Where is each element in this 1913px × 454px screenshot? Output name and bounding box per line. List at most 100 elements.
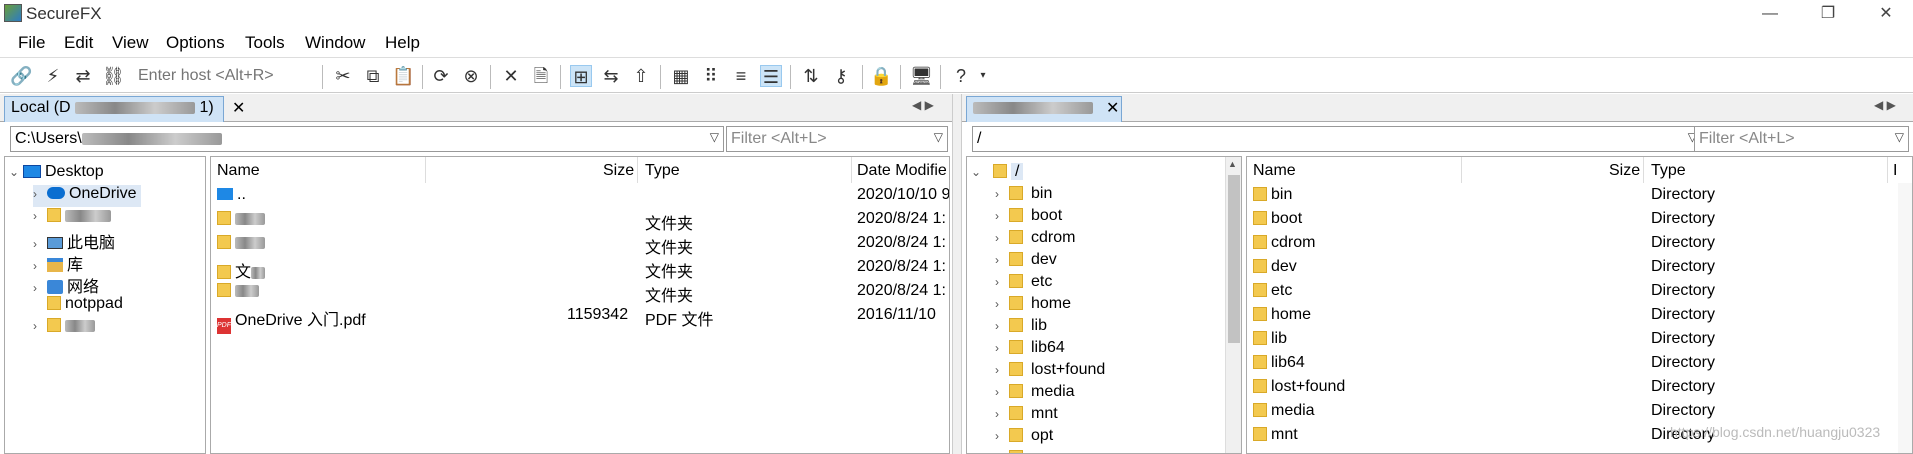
column-type[interactable]: Type (1651, 162, 1686, 180)
table-row[interactable]: lost+found Directory (1247, 375, 1912, 399)
table-row[interactable]: lib64 Directory (1247, 351, 1912, 375)
column-divider[interactable] (851, 157, 852, 183)
paste-icon[interactable]: 📋 (392, 65, 414, 87)
tree-item[interactable]: › lib64 (995, 339, 1065, 361)
copy-icon[interactable]: ⧉ (362, 65, 384, 87)
table-row[interactable]: etc Directory (1247, 279, 1912, 303)
menu-view[interactable]: View (112, 33, 149, 53)
tree-item-user[interactable]: › (33, 207, 111, 229)
tree-scrollbar[interactable]: ▲ (1225, 157, 1241, 453)
tree-item[interactable]: › opt (995, 427, 1053, 449)
tree-item-network[interactable]: › 网络 (33, 273, 99, 296)
table-row[interactable]: PDF OneDrive 入门.pdf 1159342 PDF 文件 2016/1… (211, 303, 949, 334)
chevron-right-icon[interactable]: › (995, 429, 1009, 443)
remote-path-field[interactable]: / ▽ (972, 126, 1702, 152)
column-size[interactable]: Size (1609, 162, 1640, 180)
local-filter-input[interactable]: Filter <Alt+L> ▽ (726, 126, 948, 152)
key-icon[interactable]: ⚷ (830, 65, 852, 87)
transfer-direction-icon[interactable]: ⇅ (800, 65, 822, 87)
table-row[interactable]: bin Directory (1247, 183, 1912, 207)
menu-window[interactable]: Window (305, 33, 365, 53)
tree-item[interactable]: › boot (995, 207, 1062, 229)
disconnect-icon[interactable]: ⛓ (102, 65, 125, 87)
column-type[interactable]: Type (645, 162, 680, 180)
panel-splitter[interactable] (952, 94, 962, 454)
large-icons-icon[interactable]: ▦ (670, 65, 692, 87)
small-icons-icon[interactable]: ⠿ (700, 65, 722, 87)
table-row[interactable]: lib Directory (1247, 327, 1912, 351)
column-size[interactable]: Size (603, 162, 634, 180)
tree-item-onedrive[interactable]: › OneDrive (33, 185, 141, 207)
delete-icon[interactable]: ✕ (500, 65, 522, 87)
table-row[interactable]: dev Directory (1247, 255, 1912, 279)
tree-item[interactable]: › dev (995, 251, 1057, 273)
tree-item-this-pc[interactable]: › 此电脑 (33, 229, 115, 252)
chevron-right-icon[interactable]: › (33, 237, 47, 251)
tree-item[interactable]: › etc (995, 273, 1052, 295)
tree-item-folder[interactable]: › (33, 317, 95, 339)
scroll-up-icon[interactable]: ▲ (1228, 159, 1237, 169)
tab-local[interactable]: Local (D 1) (4, 96, 224, 122)
chevron-right-icon[interactable]: › (995, 407, 1009, 421)
chevron-right-icon[interactable]: › (995, 231, 1009, 245)
tree-item[interactable]: › bin (995, 185, 1052, 207)
tree-item[interactable]: › mnt (995, 405, 1058, 427)
column-name[interactable]: Name (217, 162, 260, 180)
tree-view-icon[interactable]: ⊞ (570, 65, 592, 87)
tree-item[interactable]: › home (995, 295, 1071, 317)
tab-scroll-arrows-icon[interactable]: ◀ ▶ (912, 98, 934, 112)
chevron-right-icon[interactable]: › (995, 319, 1009, 333)
chevron-right-icon[interactable]: › (33, 319, 47, 333)
stop-icon[interactable]: ⊗ (460, 65, 482, 87)
table-row[interactable]: 文件夹 2020/8/24 1: (211, 279, 949, 305)
column-name[interactable]: Name (1253, 162, 1296, 180)
tree-item-desktop[interactable]: ⌄ Desktop (9, 163, 104, 185)
cut-icon[interactable]: ✂ (332, 65, 354, 87)
close-tab-icon[interactable]: ✕ (1106, 98, 1119, 118)
column-more[interactable]: I (1893, 162, 1897, 180)
close-tab-icon[interactable]: ✕ (232, 98, 245, 118)
table-row[interactable]: 文件夹 2020/8/24 1: (211, 231, 949, 257)
table-row[interactable]: media Directory (1247, 399, 1912, 423)
local-path-field[interactable]: C:\Users\ ▽ (10, 126, 724, 152)
tree-item-notppad[interactable]: notppad (33, 295, 123, 317)
details-view-icon[interactable]: ☰ (760, 65, 782, 87)
chevron-right-icon[interactable]: › (995, 297, 1009, 311)
tab-remote[interactable] (966, 96, 1122, 122)
chevron-right-icon[interactable]: › (33, 209, 47, 223)
screen-icon[interactable]: 🖥 (910, 65, 933, 87)
chevron-right-icon[interactable]: › (33, 187, 47, 201)
tree-item[interactable]: ›proc (995, 449, 1062, 453)
up-folder-icon[interactable]: ⇧ (630, 65, 652, 87)
tree-item[interactable]: › lib (995, 317, 1047, 339)
tree-item-library[interactable]: › 库 (33, 251, 83, 274)
chevron-right-icon[interactable]: › (995, 187, 1009, 201)
chevron-right-icon[interactable]: › (995, 363, 1009, 377)
chevron-down-icon[interactable]: ▽ (710, 130, 719, 144)
refresh-icon[interactable]: ⟳ (430, 65, 452, 87)
chevron-right-icon[interactable]: › (33, 281, 47, 295)
chevron-right-icon[interactable]: › (995, 385, 1009, 399)
properties-icon[interactable]: 🗎 (530, 65, 552, 87)
chevron-down-icon[interactable]: ▽ (1895, 130, 1904, 144)
menu-help[interactable]: Help (385, 33, 420, 53)
column-divider[interactable] (1643, 157, 1644, 183)
quick-connect-icon[interactable]: ⚡ (42, 65, 64, 87)
chevron-down-icon[interactable]: ⌄ (9, 165, 23, 179)
chevron-right-icon[interactable]: › (995, 275, 1009, 289)
minimize-button[interactable]: — (1742, 0, 1798, 28)
chevron-right-icon[interactable]: › (995, 253, 1009, 267)
table-row[interactable]: cdrom Directory (1247, 231, 1912, 255)
column-divider[interactable] (637, 157, 638, 183)
host-input[interactable] (136, 65, 316, 87)
chevron-right-icon[interactable]: › (995, 209, 1009, 223)
table-row[interactable]: boot Directory (1247, 207, 1912, 231)
menu-tools[interactable]: Tools (245, 33, 285, 53)
column-divider[interactable] (1887, 157, 1888, 183)
chevron-down-icon[interactable]: ⌄ (971, 165, 985, 179)
menu-edit[interactable]: Edit (64, 33, 93, 53)
tab-scroll-arrows-icon[interactable]: ◀ ▶ (1874, 98, 1896, 112)
tree-item[interactable]: › lost+found (995, 361, 1105, 383)
column-divider[interactable] (425, 157, 426, 183)
column-date[interactable]: Date Modifie (857, 162, 947, 180)
